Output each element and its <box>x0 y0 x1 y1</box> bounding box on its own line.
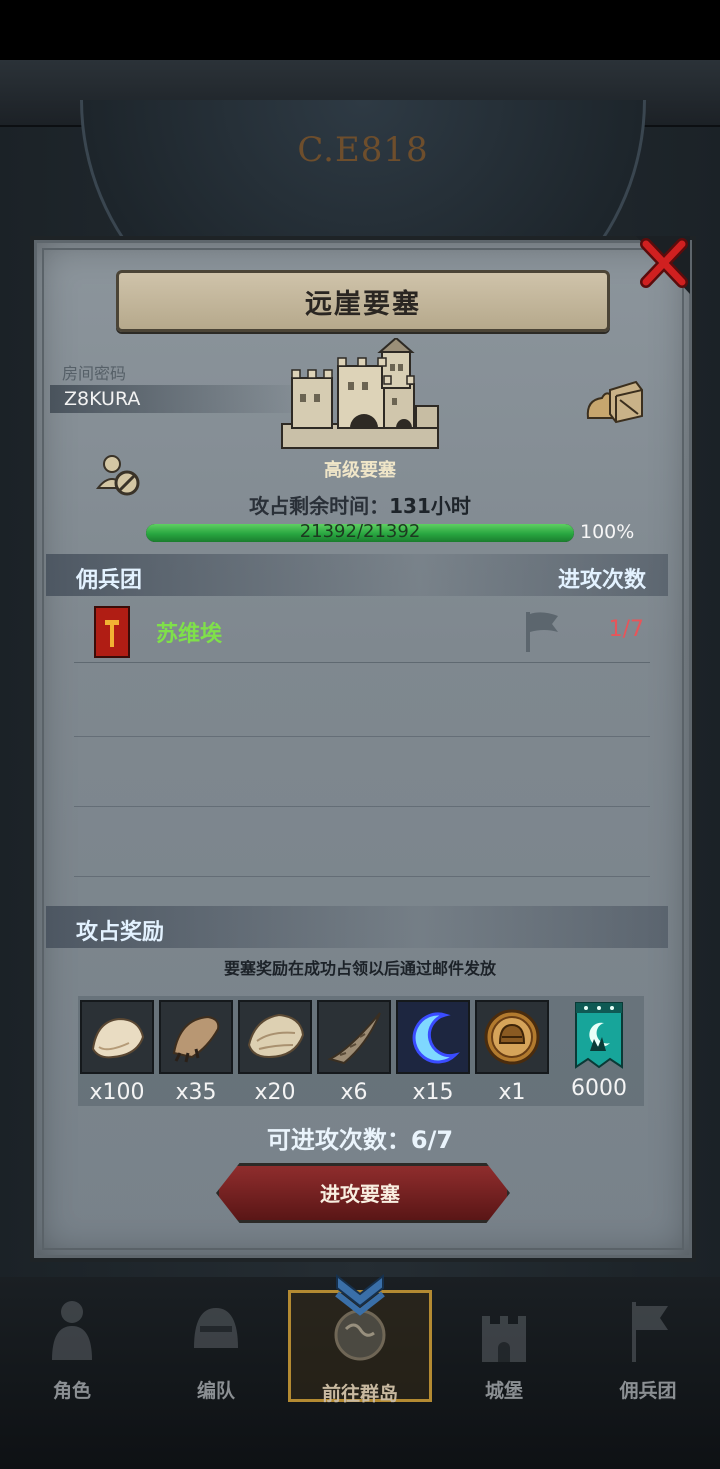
nav-item-legion[interactable]: 佣兵团 <box>576 1290 720 1402</box>
castle-icon <box>281 338 439 449</box>
attack-count-header: 进攻次数 <box>557 568 646 593</box>
title-plate: 远崖要塞 <box>116 270 610 332</box>
remaining-time-value: 131小时 <box>389 494 471 518</box>
nav-item-castle[interactable]: 城堡 <box>432 1290 576 1402</box>
nav-label: 佣兵团 <box>619 1380 677 1402</box>
reward-qty: x35 <box>175 1080 217 1105</box>
fortress-hp-text: 21392/21392 <box>299 521 421 542</box>
helmet-icon <box>194 1308 238 1348</box>
room-code[interactable]: Z8KURA <box>64 388 140 410</box>
nav-item-character[interactable]: 角色 <box>0 1290 144 1402</box>
banner-flag-icon <box>632 1302 668 1362</box>
hide-icon <box>247 1013 305 1059</box>
attack-fortress-button[interactable] <box>216 1163 510 1223</box>
reward-note: 要塞奖励在成功占领以后通过邮件发放 <box>223 959 496 978</box>
reward-item[interactable]: x35 <box>159 1000 233 1105</box>
fur-pelt-icon <box>91 1017 145 1059</box>
reward-item[interactable]: x15 <box>396 1000 470 1105</box>
flag-icon <box>526 612 558 652</box>
top-bar-background <box>0 0 720 60</box>
reward-slot <box>475 1000 549 1074</box>
reward-slot <box>80 1000 154 1074</box>
guild-banner-icon <box>575 1002 623 1069</box>
knight-helmet-coin-icon <box>484 1009 540 1065</box>
reward-qty: x15 <box>412 1080 454 1105</box>
nav-label: 编队 <box>196 1380 235 1402</box>
crescent-blade-icon <box>412 1012 460 1064</box>
knight-icon <box>52 1301 92 1360</box>
reward-qty: x20 <box>254 1080 296 1105</box>
reward-item[interactable]: x6 <box>317 1000 391 1105</box>
reward-item[interactable]: 6000 <box>560 1000 638 1101</box>
nav-label: 角色 <box>52 1380 91 1402</box>
reward-slot <box>317 1000 391 1074</box>
horn-icon <box>327 1012 381 1065</box>
claw-icon <box>172 1015 220 1063</box>
reward-slot <box>560 1000 638 1070</box>
legion-attack-count: 1/7 <box>608 617 644 642</box>
reward-qty: x1 <box>498 1080 526 1105</box>
year-label: C.E818 <box>297 130 429 170</box>
reward-item[interactable]: x20 <box>238 1000 312 1105</box>
close-icon[interactable] <box>638 234 690 292</box>
legion-name: 苏维埃 <box>156 622 223 647</box>
reward-item[interactable]: x100 <box>80 1000 154 1105</box>
nav-item-formation[interactable]: 编队 <box>144 1290 288 1402</box>
remaining-time-label: 攻占剩余时间： <box>249 494 390 518</box>
reward-item[interactable]: x1 <box>475 1000 549 1105</box>
castle-nav-icon <box>482 1316 526 1362</box>
nav-label: 前往群岛 <box>321 1383 398 1405</box>
reward-qty: x6 <box>340 1080 368 1105</box>
reward-section-title: 攻占奖励 <box>76 920 165 945</box>
nav-label: 城堡 <box>484 1380 523 1402</box>
legion-banner-icon <box>94 606 130 658</box>
empty-legion-row <box>74 738 650 807</box>
reward-slot <box>238 1000 312 1074</box>
reward-slot <box>159 1000 233 1074</box>
legion-section-title: 佣兵团 <box>76 568 143 593</box>
remaining-attempts: 可进攻次数：6/7 <box>266 1126 454 1154</box>
supply-crate-icon[interactable] <box>584 378 644 424</box>
remaining-time-row: 攻占剩余时间：131小时 <box>0 490 720 519</box>
reward-slot <box>396 1000 470 1074</box>
reward-qty: 6000 <box>571 1076 627 1101</box>
panel-title: 远崖要塞 <box>305 288 421 320</box>
room-password-label: 房间密码 <box>62 364 127 383</box>
reward-qty: x100 <box>89 1080 145 1105</box>
chevron-down-icon <box>335 1273 385 1316</box>
empty-legion-row <box>74 668 650 737</box>
empty-legion-row <box>74 808 650 877</box>
fortress-hp-percent: 100% <box>580 521 635 543</box>
legion-row[interactable]: 苏维埃 1/7 <box>74 598 650 663</box>
